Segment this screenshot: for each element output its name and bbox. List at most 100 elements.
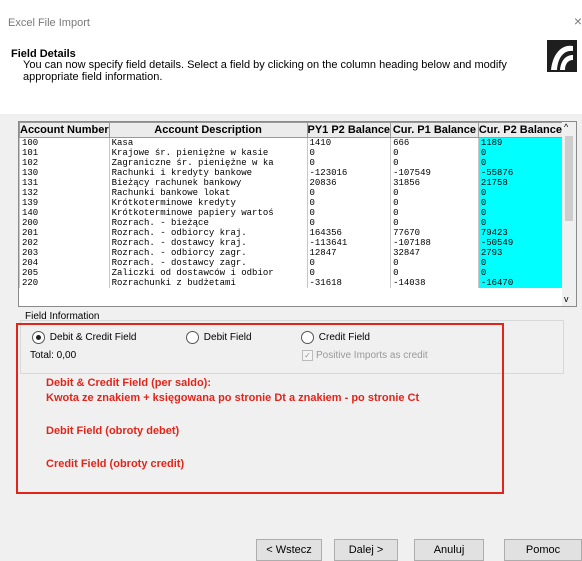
table-cell: 220 bbox=[19, 278, 110, 288]
table-cell: 139 bbox=[19, 198, 110, 208]
table-cell: 0 bbox=[390, 198, 479, 208]
table-cell: 2793 bbox=[477, 248, 563, 258]
table-cell: 32847 bbox=[390, 248, 479, 258]
table-cell: 0 bbox=[477, 158, 563, 168]
data-grid[interactable]: Account Number Account Description PY1 P… bbox=[18, 121, 564, 307]
title-bar: Excel File Import × bbox=[0, 0, 582, 40]
table-row[interactable]: 204 Rozrach. - dostawcy zagr. 0 0 0 bbox=[19, 258, 563, 268]
table-cell: 131 bbox=[19, 178, 110, 188]
table-cell: Rozrach. - odbiorcy kraj. bbox=[108, 228, 307, 238]
grid-scrollbar[interactable]: ^ v bbox=[562, 121, 577, 307]
table-cell: 0 bbox=[477, 258, 563, 268]
table-cell: Rozrach. - dostawcy zagr. bbox=[108, 258, 307, 268]
table-row[interactable]: 202 Rozrach. - dostawcy kraj. -113641 -1071… bbox=[19, 238, 563, 248]
table-row[interactable]: 220 Rozrachunki z budżetami -31618 -14038 -1… bbox=[19, 278, 563, 288]
table-cell: 0 bbox=[390, 158, 479, 168]
table-cell: 21758 bbox=[477, 178, 563, 188]
table-cell: 205 bbox=[19, 268, 110, 278]
note-debit-field: Debit Field (obroty debet) bbox=[46, 425, 180, 437]
page-description: You can now specify field details. Selec… bbox=[23, 59, 507, 83]
table-cell: 0 bbox=[306, 208, 391, 218]
table-cell: 204 bbox=[19, 258, 110, 268]
column-header-account-description[interactable]: Account Description bbox=[108, 122, 308, 138]
table-row[interactable]: 201 Rozrach. - odbiorcy kraj. 164356 77670 7… bbox=[19, 228, 563, 238]
table-cell: 100 bbox=[19, 137, 110, 148]
table-row[interactable]: 200 Rozrach. - bieżące 0 0 0 bbox=[19, 218, 563, 228]
table-row[interactable]: 203 Rozrach. - odbiorcy zagr. 12847 32847 27… bbox=[19, 248, 563, 258]
table-cell: -16470 bbox=[477, 278, 563, 288]
table-cell: 101 bbox=[19, 148, 110, 158]
table-cell: 132 bbox=[19, 188, 110, 198]
table-cell: 0 bbox=[306, 188, 391, 198]
table-cell: 0 bbox=[306, 268, 391, 278]
table-row[interactable]: 130 Rachunki i kredyty bankowe -123016 -107… bbox=[19, 168, 563, 178]
table-cell: 0 bbox=[390, 258, 479, 268]
column-header-py1-p2-balance[interactable]: PY1 P2 Balance bbox=[306, 122, 392, 138]
table-cell: Krótkoterminowe papiery wartoś bbox=[108, 208, 307, 218]
table-cell: 201 bbox=[19, 228, 110, 238]
table-cell: -50549 bbox=[477, 238, 563, 248]
table-cell: Kasa bbox=[108, 137, 307, 148]
table-cell: 164356 bbox=[306, 228, 391, 238]
table-cell: Rozrach. - odbiorcy zagr. bbox=[108, 248, 307, 258]
table-row[interactable]: 101 Krajowe śr. pieniężne w kasie 0 0 0 bbox=[19, 148, 563, 158]
table-cell: Krótkoterminowe kredyty bbox=[108, 198, 307, 208]
table-cell: Rozrachunki z budżetami bbox=[108, 278, 307, 288]
back-button[interactable]: < Wstecz bbox=[256, 539, 322, 561]
table-cell: Bieżący rachunek bankowy bbox=[108, 178, 307, 188]
column-header-cur-p2-balance[interactable]: Cur. P2 Balance bbox=[477, 122, 563, 138]
table-cell: 0 bbox=[306, 198, 391, 208]
column-header-account-number[interactable]: Account Number bbox=[19, 122, 110, 138]
table-cell: 1189 bbox=[477, 137, 563, 148]
table-cell: 140 bbox=[19, 208, 110, 218]
table-cell: 0 bbox=[306, 258, 391, 268]
table-cell: Rozrach. - bieżące bbox=[108, 218, 307, 228]
table-cell: Rozrach. - dostawcy kraj. bbox=[108, 238, 307, 248]
table-cell: Zagraniczne śr. pieniężne w ka bbox=[108, 158, 307, 168]
table-cell: 0 bbox=[390, 148, 479, 158]
table-cell: 0 bbox=[477, 198, 563, 208]
table-cell: -107549 bbox=[390, 168, 479, 178]
table-cell: 0 bbox=[477, 218, 563, 228]
table-row[interactable]: 139 Krótkoterminowe kredyty 0 0 0 bbox=[19, 198, 563, 208]
note-debit-credit-detail: Kwota ze znakiem + księgowana po stronie… bbox=[46, 392, 420, 404]
cancel-button[interactable]: Anuluj bbox=[414, 539, 484, 561]
note-credit-field: Credit Field (obroty credit) bbox=[46, 458, 185, 470]
table-row[interactable]: 132 Rachunki bankowe lokat 0 0 0 bbox=[19, 188, 563, 198]
table-cell: -113641 bbox=[306, 238, 391, 248]
table-cell: 77670 bbox=[390, 228, 479, 238]
window-title: Excel File Import bbox=[8, 17, 90, 29]
table-row[interactable]: 100 Kasa 1410 666 1189 bbox=[19, 137, 563, 148]
next-button[interactable]: Dalej > bbox=[334, 539, 398, 561]
table-cell: 31856 bbox=[390, 178, 479, 188]
table-cell: 0 bbox=[477, 188, 563, 198]
help-button[interactable]: Pomoc bbox=[504, 539, 582, 561]
table-cell: 200 bbox=[19, 218, 110, 228]
table-cell: -31618 bbox=[306, 278, 391, 288]
column-header-cur-p1-balance[interactable]: Cur. P1 Balance bbox=[390, 122, 479, 138]
scroll-up-icon[interactable]: ^ bbox=[564, 122, 568, 132]
scrollbar-thumb[interactable] bbox=[565, 136, 573, 221]
table-cell: 130 bbox=[19, 168, 110, 178]
table-cell: 203 bbox=[19, 248, 110, 258]
button-bar: < Wstecz Dalej > Anuluj Pomoc bbox=[0, 525, 582, 561]
table-cell: Rachunki bankowe lokat bbox=[108, 188, 307, 198]
table-row[interactable]: 140 Krótkoterminowe papiery wartoś 0 0 0 bbox=[19, 208, 563, 218]
close-icon[interactable]: × bbox=[574, 13, 582, 29]
table-cell: 202 bbox=[19, 238, 110, 248]
scroll-down-icon[interactable]: v bbox=[564, 294, 569, 304]
table-cell: 79423 bbox=[477, 228, 563, 238]
table-cell: 0 bbox=[390, 208, 479, 218]
table-row[interactable]: 131 Bieżący rachunek bankowy 20836 31856 217… bbox=[19, 178, 563, 188]
table-cell: -55876 bbox=[477, 168, 563, 178]
table-cell: 102 bbox=[19, 158, 110, 168]
table-row[interactable]: 102 Zagraniczne śr. pieniężne w ka 0 0 0 bbox=[19, 158, 563, 168]
table-cell: 12847 bbox=[306, 248, 391, 258]
table-cell: -123016 bbox=[306, 168, 391, 178]
table-cell: 0 bbox=[306, 158, 391, 168]
table-row[interactable]: 205 Zaliczki od dostawców i odbior 0 0 0 bbox=[19, 268, 563, 278]
table-cell: 0 bbox=[306, 148, 391, 158]
table-cell: 0 bbox=[390, 188, 479, 198]
table-cell: 1410 bbox=[306, 137, 391, 148]
table-cell: Rachunki i kredyty bankowe bbox=[108, 168, 307, 178]
